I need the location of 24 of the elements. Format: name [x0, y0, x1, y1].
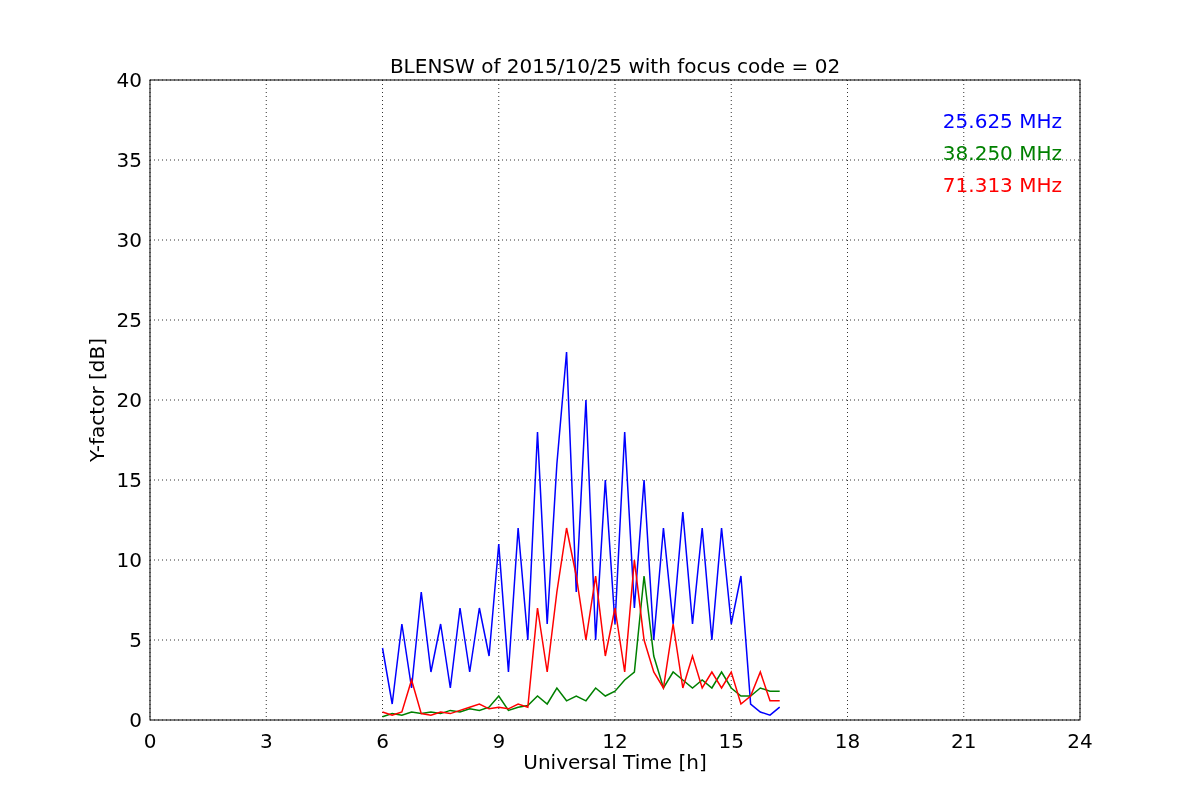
x-tick-label: 6 [376, 729, 389, 753]
y-tick-label: 20 [116, 388, 142, 412]
y-tick-label: 0 [129, 708, 142, 732]
x-tick-label: 24 [1067, 729, 1093, 753]
y-axis-label: Y-factor [dB] [85, 338, 109, 462]
x-tick-label: 18 [834, 729, 861, 753]
x-tick-label: 9 [492, 729, 506, 753]
x-tick-label: 12 [602, 729, 628, 753]
legend-label: 71.313 MHz [942, 173, 1062, 197]
y-tick-label: 15 [116, 468, 142, 492]
y-tick-label: 40 [116, 68, 142, 92]
x-tick-label: 21 [951, 729, 977, 753]
x-axis-label: Universal Time [h] [523, 750, 707, 774]
y-tick-label: 35 [116, 148, 142, 172]
legend-label: 38.250 MHz [942, 141, 1062, 165]
x-tick-label: 15 [718, 729, 744, 753]
chart-title: BLENSW of 2015/10/25 with focus code = 02 [389, 54, 841, 78]
y-tick-label: 30 [116, 228, 142, 252]
x-tick-label: 0 [143, 729, 157, 753]
legend-label: 25.625 MHz [942, 109, 1062, 133]
x-tick-label: 3 [259, 729, 273, 753]
y-tick-label: 25 [116, 308, 142, 332]
y-tick-label: 5 [129, 628, 142, 652]
y-tick-label: 10 [116, 548, 142, 572]
